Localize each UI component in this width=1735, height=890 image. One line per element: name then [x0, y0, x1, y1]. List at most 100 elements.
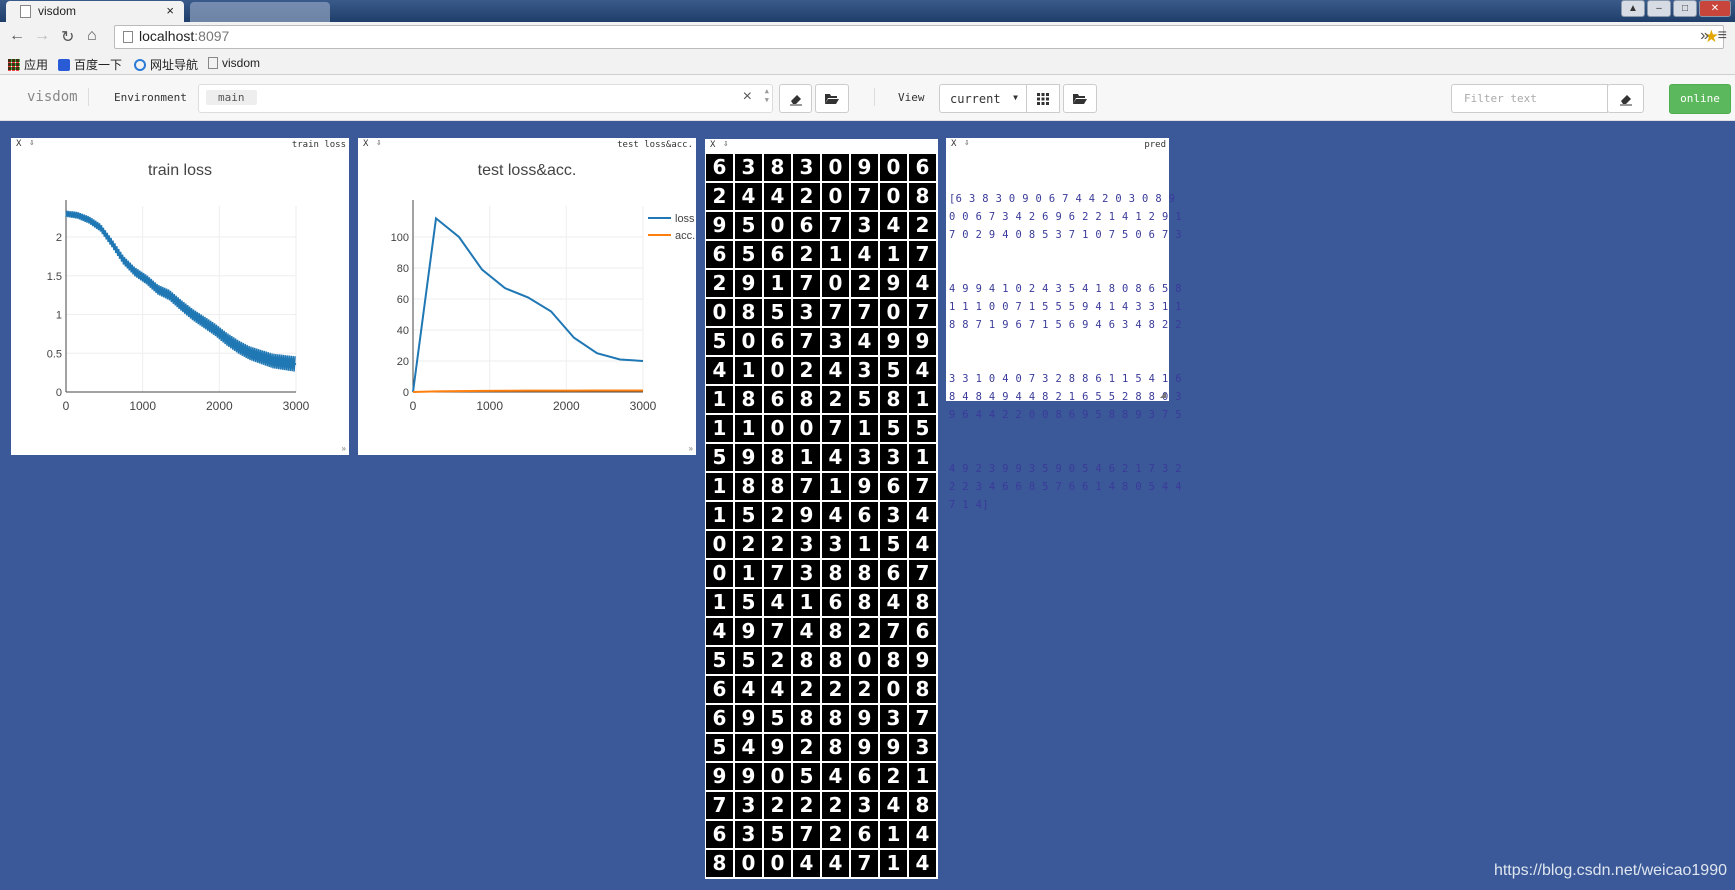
filter-text-input[interactable]: [1462, 91, 1601, 106]
series-line[interactable]: [65, 212, 297, 366]
digit-image: 1: [706, 415, 733, 442]
digit-image: 5: [764, 705, 791, 732]
digit-image: 7: [706, 792, 733, 819]
bookmark-apps[interactable]: 应用: [8, 56, 48, 73]
digit-image: 6: [793, 212, 820, 239]
digit-image: 0: [880, 299, 907, 326]
page-icon: [208, 57, 218, 69]
close-pane-icon[interactable]: X: [951, 139, 956, 149]
browser-tab-inactive[interactable]: [190, 2, 330, 22]
digit-image: 1: [880, 850, 907, 877]
resize-handle-icon[interactable]: ◢: [1160, 390, 1166, 399]
visdom-navbar: visdom Environment main × ▲ ▼ View curren…: [0, 75, 1735, 121]
resize-handle-icon[interactable]: »: [342, 444, 346, 453]
digit-image: 3: [851, 444, 878, 471]
digit-image: 7: [909, 705, 936, 732]
pane-title: pred: [1144, 140, 1166, 150]
extensions-overflow-icon[interactable]: »: [1700, 27, 1709, 45]
manage-views-button[interactable]: [1063, 84, 1097, 113]
baidu-icon: [58, 58, 70, 71]
close-window-icon[interactable]: ✕: [1699, 0, 1731, 17]
digit-image: 5: [706, 444, 733, 471]
minimize-icon[interactable]: –: [1647, 0, 1671, 17]
digit-image: 8: [909, 792, 936, 819]
digit-image: 3: [793, 154, 820, 181]
bookmark-navigation[interactable]: 网址导航: [134, 56, 198, 73]
digit-image: 2: [764, 792, 791, 819]
connection-status-button[interactable]: online: [1669, 84, 1731, 114]
home-icon[interactable]: ⌂: [87, 27, 97, 45]
digit-image: 8: [909, 589, 936, 616]
y-tick-label: 60: [397, 294, 409, 306]
digit-image: 8: [851, 589, 878, 616]
pane-images[interactable]: X ⇩ 638309062442070895067342656214172917…: [705, 139, 938, 879]
manage-env-button[interactable]: [815, 84, 849, 113]
menu-icon[interactable]: ≡: [1718, 27, 1727, 45]
pane-pred[interactable]: X ⇩ pred [6 3 8 3 0 9 0 6 7 4 4 2 0 3 0 …: [946, 138, 1182, 511]
repack-button[interactable]: [1026, 84, 1060, 113]
maximize-icon[interactable]: □: [1673, 0, 1697, 17]
tab-close-icon[interactable]: ×: [166, 3, 174, 18]
pane-test-loss[interactable]: X ⇩ test loss&acc. test loss&acc. 0 1000 2…: [358, 138, 696, 455]
view-select[interactable]: current ▼: [939, 84, 1027, 113]
digit-image: 0: [764, 850, 791, 877]
x-tick-label: 0: [63, 399, 70, 413]
bookmark-visdom[interactable]: visdom: [208, 56, 260, 70]
digit-image: 1: [822, 473, 849, 500]
close-pane-icon[interactable]: X: [710, 140, 715, 150]
environment-chip[interactable]: main: [206, 90, 257, 105]
pane-train-loss[interactable]: X ⇩ train loss train loss 0 1000 2000 3000 0…: [11, 138, 349, 455]
browser-tab[interactable]: visdom ×: [6, 1, 184, 22]
train-loss-chart[interactable]: 0 1000 2000 3000 0 0.5 1 1.5 2: [11, 138, 349, 455]
x-tick-label: 1000: [476, 399, 503, 413]
brand[interactable]: visdom: [27, 89, 78, 105]
digit-image: 1: [909, 386, 936, 413]
digit-image: 2: [735, 531, 762, 558]
digit-image: 2: [793, 676, 820, 703]
digit-image: 4: [822, 502, 849, 529]
forward-icon[interactable]: →: [34, 27, 50, 45]
digit-image: 4: [880, 212, 907, 239]
digit-image: 1: [706, 386, 733, 413]
tab-title: visdom: [38, 4, 77, 18]
digit-image: 0: [793, 415, 820, 442]
caret-icon[interactable]: ▲ ▼: [765, 87, 769, 105]
digit-image: 4: [909, 270, 936, 297]
pane-bar[interactable]: X ⇩: [705, 139, 938, 152]
user-icon[interactable]: ▲: [1621, 0, 1645, 17]
back-icon[interactable]: ←: [9, 27, 25, 45]
chevron-down-icon: ▼: [1013, 93, 1018, 102]
digit-image: 9: [706, 212, 733, 239]
clear-icon[interactable]: ×: [743, 88, 752, 106]
digit-image: 0: [822, 154, 849, 181]
digit-image: 7: [909, 299, 936, 326]
test-loss-chart[interactable]: 0 1000 2000 3000 0 20 40 60 80 100 loss acc.: [358, 138, 696, 455]
pin-icon[interactable]: ⇩: [723, 139, 728, 149]
pin-icon[interactable]: ⇩: [964, 138, 969, 148]
clear-filter-button[interactable]: [1607, 84, 1644, 113]
digit-image: 2: [706, 183, 733, 210]
bookmark-baidu[interactable]: 百度一下: [58, 56, 122, 73]
digit-image: 4: [909, 531, 936, 558]
reload-icon[interactable]: ↻: [61, 27, 74, 47]
digit-image: 3: [735, 154, 762, 181]
digit-image: 7: [822, 415, 849, 442]
clear-env-button[interactable]: [779, 84, 812, 113]
filter-text-field[interactable]: [1451, 84, 1608, 113]
digit-image: 8: [735, 386, 762, 413]
pane-bar[interactable]: X ⇩ pred: [946, 138, 1169, 151]
digit-image: 1: [822, 241, 849, 268]
digit-image: 4: [706, 357, 733, 384]
resize-handle-icon[interactable]: »: [689, 444, 693, 453]
x-tick-label: 2000: [206, 399, 233, 413]
digit-image: 9: [880, 328, 907, 355]
address-bar[interactable]: localhost:8097 ★: [114, 25, 1724, 49]
digit-image: 0: [764, 763, 791, 790]
digit-image: 8: [851, 560, 878, 587]
environment-select[interactable]: main × ▲ ▼: [198, 84, 773, 113]
digit-image: 2: [793, 357, 820, 384]
series-line[interactable]: [412, 216, 644, 393]
digit-image: 4: [764, 589, 791, 616]
digit-image: 6: [706, 241, 733, 268]
digit-image: 2: [909, 212, 936, 239]
